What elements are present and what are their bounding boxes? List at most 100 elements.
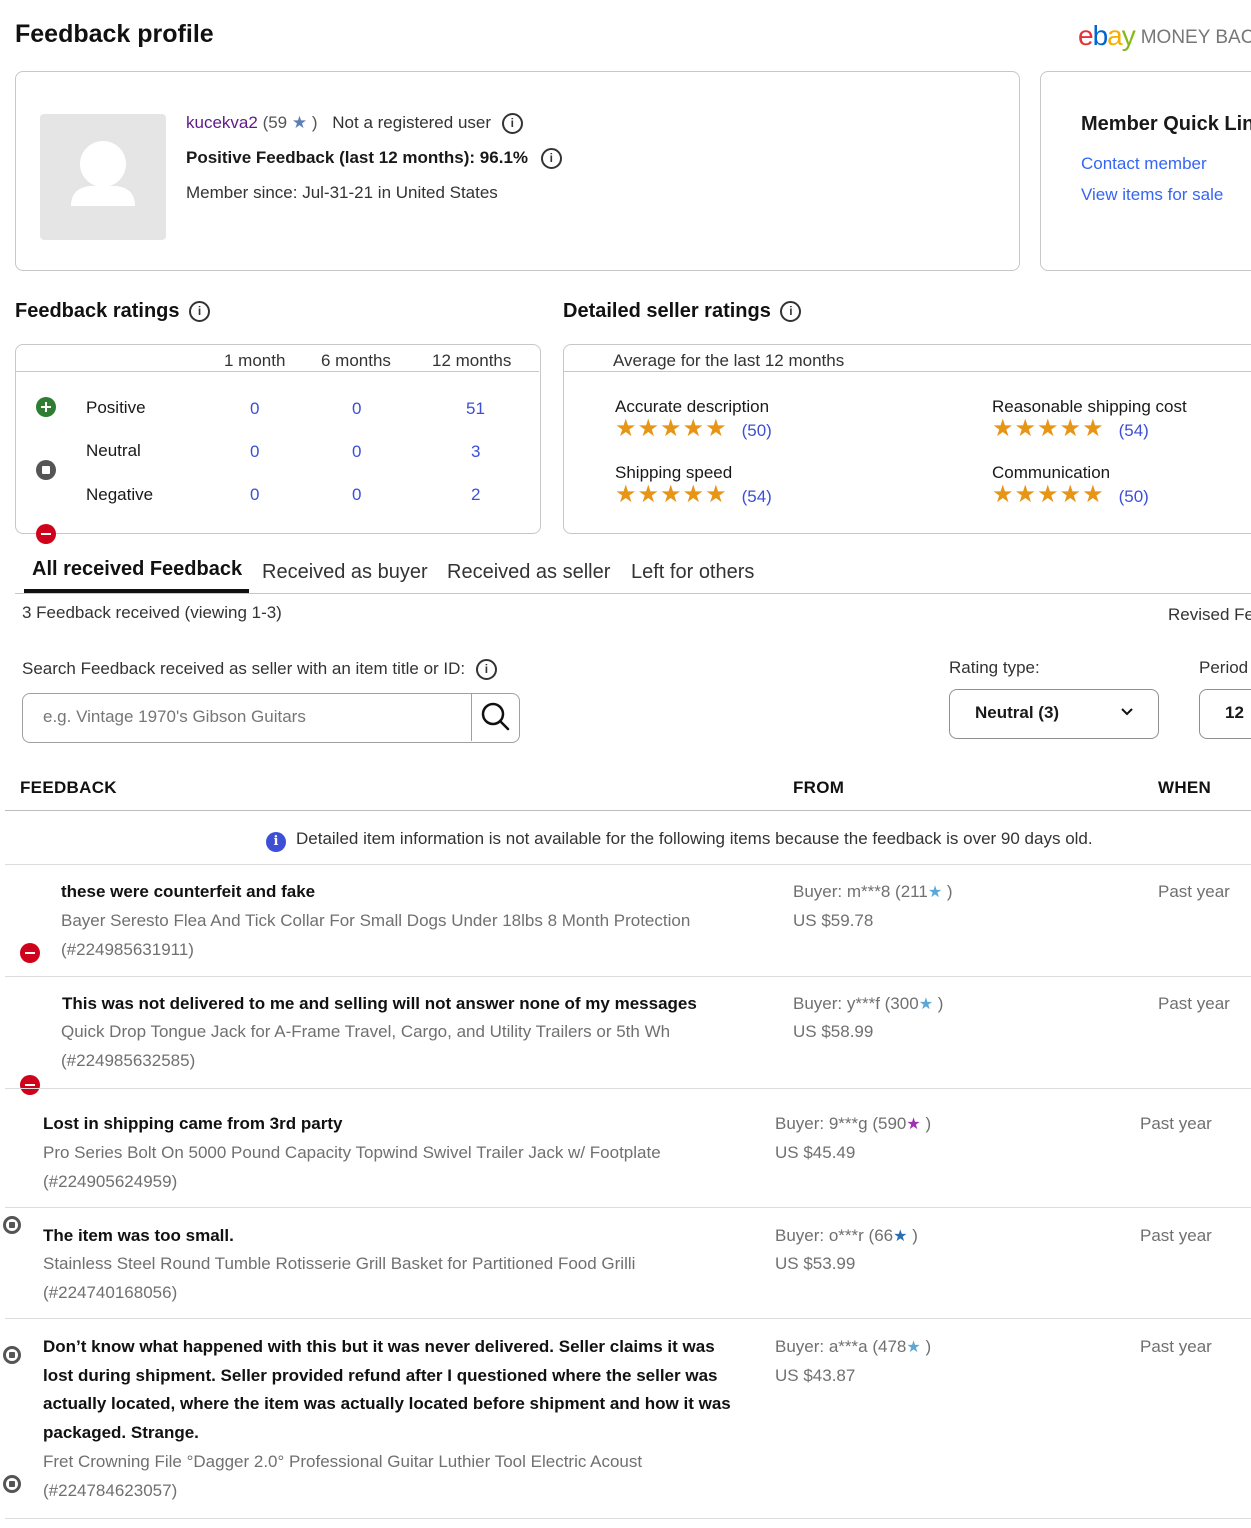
five-stars-icon: ★★★★★ <box>992 415 1105 442</box>
ebay-money-back-logo[interactable]: ebay MONEY BAC <box>1078 20 1251 52</box>
notice-text: Detailed item information is not availab… <box>296 829 1093 848</box>
rating-communication: Communication <box>992 463 1111 482</box>
positive-icon <box>36 397 56 417</box>
revised-feedback-link[interactable]: Revised Fe <box>1168 605 1251 625</box>
neutral-12m[interactable]: 3 <box>471 442 480 462</box>
search-placeholder: e.g. Vintage 1970's Gibson Guitars <box>43 707 306 726</box>
header-feedback: FEEDBACK <box>20 778 117 797</box>
negative-icon <box>20 943 40 963</box>
item-title-link[interactable]: Bayer Seresto Flea And Tick Collar For S… <box>61 906 690 935</box>
contact-member-link[interactable]: Contact member <box>1081 154 1207 174</box>
neutral-icon <box>3 1216 21 1234</box>
positive-feedback-line: Positive Feedback (last 12 months): 96.1… <box>186 148 562 170</box>
negative-6m[interactable]: 0 <box>352 485 361 505</box>
item-title-link[interactable]: Stainless Steel Round Tumble Rotisserie … <box>43 1249 635 1278</box>
row-label-negative: Negative <box>86 485 154 504</box>
feedback-score[interactable]: (59 ★ ) <box>263 113 318 132</box>
tab-received-as-buyer[interactable]: Received as buyer <box>262 561 428 584</box>
negative-12m[interactable]: 2 <box>471 485 480 505</box>
item-title-link[interactable]: Fret Crowning File °Dagger 2.0° Professi… <box>43 1447 642 1476</box>
feedback-when: Past year <box>1140 1114 1212 1133</box>
buyer-info[interactable]: Buyer: 9***g (590★ ) <box>775 1109 931 1139</box>
detailed-ratings-heading: Detailed seller ratings i <box>563 300 802 323</box>
star-icon: ★ <box>893 1228 908 1245</box>
user-silhouette-icon <box>71 141 135 206</box>
item-price: US $59.78 <box>793 911 874 930</box>
star-icon: ★ <box>918 996 934 1013</box>
row-divider <box>5 1318 1251 1319</box>
page-title: Feedback profile <box>15 20 214 48</box>
buyer-info[interactable]: Buyer: y***f (300★ ) <box>793 989 943 1019</box>
tab-received-as-seller[interactable]: Received as seller <box>447 561 610 584</box>
neutral-1m[interactable]: 0 <box>250 442 259 462</box>
feedback-when: Past year <box>1158 882 1230 901</box>
item-price: US $58.99 <box>793 1022 874 1041</box>
neutral-6m[interactable]: 0 <box>352 442 361 462</box>
five-stars-icon: ★★★★★ <box>615 481 728 508</box>
positive-feedback-text: Positive Feedback (last 12 months): 96.1… <box>186 148 529 167</box>
rating-accurate-description: Accurate description <box>615 397 770 416</box>
info-icon[interactable]: i <box>780 301 802 323</box>
feedback-comment: these were counterfeit and fake <box>61 882 316 901</box>
neutral-icon <box>3 1475 21 1493</box>
row-divider <box>5 864 1251 865</box>
row-divider <box>5 1207 1251 1208</box>
feedback-when: Past year <box>1140 1337 1212 1356</box>
negative-icon <box>20 1075 40 1095</box>
profile-username-line: kucekva2 (59 ★ ) Not a registered user i <box>186 113 523 135</box>
rating-shipping-cost: Reasonable shipping cost <box>992 397 1187 416</box>
item-id: (#224905624959) <box>43 1172 178 1191</box>
username-link[interactable]: kucekva2 <box>186 113 258 132</box>
chevron-down-icon <box>1119 703 1135 724</box>
star-icon: ★ <box>906 1116 921 1133</box>
search-button[interactable] <box>471 693 520 741</box>
item-title-link[interactable]: Quick Drop Tongue Jack for A-Frame Trave… <box>61 1017 670 1046</box>
header-when: WHEN <box>1158 778 1212 797</box>
feedback-comment: lost during shipment. Seller provided re… <box>43 1366 718 1385</box>
positive-6m[interactable]: 0 <box>352 399 361 419</box>
tab-all-received[interactable]: All received Feedback <box>32 558 242 581</box>
avatar <box>40 114 166 240</box>
period-label: Period <box>1199 658 1249 677</box>
feedback-when: Past year <box>1140 1226 1212 1245</box>
row-label-neutral: Neutral <box>86 441 141 460</box>
info-icon[interactable]: i <box>189 301 211 323</box>
positive-1m[interactable]: 0 <box>250 399 259 419</box>
buyer-info[interactable]: Buyer: o***r (66★ ) <box>775 1221 918 1251</box>
star-icon: ★ <box>927 884 943 901</box>
buyer-info[interactable]: Buyer: a***a (478★ ) <box>775 1332 931 1362</box>
rating-shipping-speed: Shipping speed <box>615 463 733 482</box>
negative-1m[interactable]: 0 <box>250 485 259 505</box>
info-filled-icon: i <box>266 832 286 852</box>
buyer-info[interactable]: Buyer: m***8 (211★ ) <box>793 877 953 907</box>
feedback-when: Past year <box>1158 994 1230 1013</box>
feedback-comment: Don’t know what happened with this but i… <box>43 1337 715 1356</box>
info-icon[interactable]: i <box>501 113 523 135</box>
star-icon: ★ <box>291 113 308 132</box>
rating-shipping-cost-stars: ★★★★★ (54) <box>992 415 1149 442</box>
search-icon <box>481 702 510 731</box>
rating-shipping-speed-stars: ★★★★★ (54) <box>615 481 772 508</box>
col-1-month: 1 month <box>224 351 286 370</box>
rating-type-label: Rating type: <box>949 658 1040 677</box>
header-from: FROM <box>793 778 845 797</box>
tab-left-for-others[interactable]: Left for others <box>631 561 754 584</box>
active-tab-indicator <box>24 589 249 593</box>
feedback-ratings-box <box>15 344 541 534</box>
item-title-link[interactable]: Pro Series Bolt On 5000 Pound Capacity T… <box>43 1138 661 1167</box>
feedback-comment: packaged. Strange. <box>43 1423 199 1442</box>
rating-communication-stars: ★★★★★ (50) <box>992 481 1149 508</box>
row-divider <box>5 1518 1251 1519</box>
item-id: (#224985632585) <box>61 1051 196 1070</box>
view-items-link[interactable]: View items for sale <box>1081 185 1223 205</box>
feedback-comment: This was not delivered to me and selling… <box>62 994 697 1013</box>
info-icon[interactable]: i <box>540 148 562 170</box>
col-12-months: 12 months <box>432 351 512 370</box>
tab-divider <box>15 593 1251 594</box>
feedback-comment: Lost in shipping came from 3rd party <box>43 1114 343 1133</box>
quick-links-title: Member Quick Lin <box>1081 113 1251 135</box>
positive-12m[interactable]: 51 <box>466 399 485 419</box>
info-icon[interactable]: i <box>475 659 497 681</box>
feedback-comment: The item was too small. <box>43 1226 234 1245</box>
rating-type-value: Neutral (3) <box>975 703 1060 722</box>
